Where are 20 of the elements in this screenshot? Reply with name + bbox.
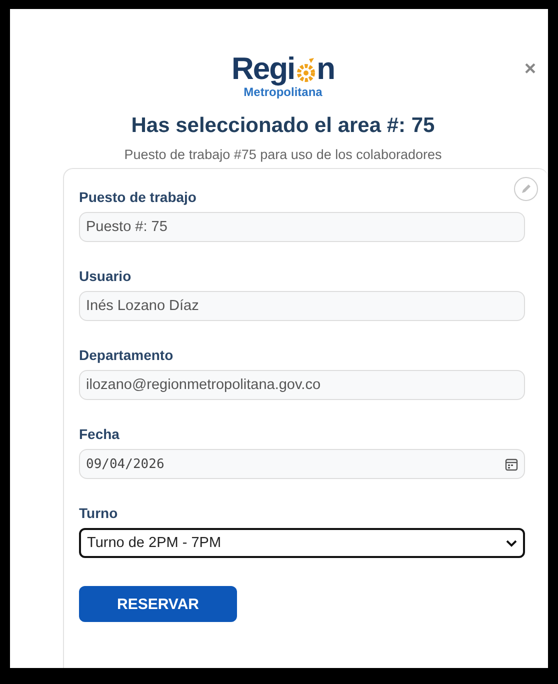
reserve-button[interactable]: RESERVAR [79, 586, 237, 622]
input-field[interactable]: Inés Lozano Díaz [79, 291, 525, 321]
gear-icon [294, 58, 317, 82]
field-label: Turno [79, 505, 118, 521]
input-field[interactable]: Puesto #: 75 [79, 212, 525, 242]
field-label: Departamento [79, 347, 174, 363]
logo-wordmark: Regi n [231, 53, 335, 85]
chevron-down-icon [506, 540, 517, 546]
calendar-icon[interactable] [505, 458, 518, 470]
input-field[interactable]: ilozano@regionmetropolitana.gov.co [79, 370, 525, 400]
dialog-subtitle: Puesto de trabajo #75 para uso de los colaboradores [124, 147, 442, 162]
pencil-icon [520, 183, 532, 195]
close-button[interactable]: × [520, 59, 540, 79]
select-field[interactable]: Turno de 2PM - 7PM [79, 528, 525, 558]
field-label: Usuario [79, 268, 132, 284]
logo-subtitle: Metropolitana [244, 85, 322, 99]
field-label: Puesto de trabajo [79, 189, 196, 205]
field-label: Fecha [79, 426, 120, 442]
date-field[interactable]: 09/04/2026 [79, 449, 525, 479]
dialog-title: Has seleccionado el area #: 75 [131, 114, 435, 138]
